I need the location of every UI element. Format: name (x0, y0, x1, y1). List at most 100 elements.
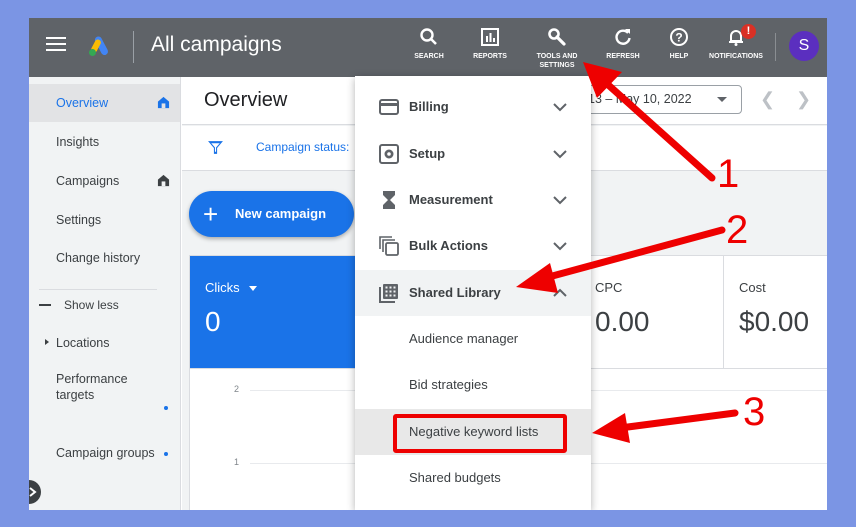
notifications-label: NOTIFICATIONS (709, 53, 763, 60)
menu-section-label: Shared Library (409, 285, 501, 300)
metric-cost[interactable]: Cost $0.00 (723, 256, 827, 368)
sidebar-item-label: Campaign groups (56, 446, 155, 460)
refresh-label: REFRESH (606, 53, 640, 60)
annotation-number-3: 3 (743, 390, 766, 434)
chevron-down-icon (553, 242, 567, 251)
chevron-down-icon (553, 103, 567, 112)
help-label: HELP (669, 53, 689, 60)
date-range-value: 13 – May 10, 2022 (588, 92, 692, 106)
home-icon (157, 96, 170, 109)
sidebar-item-label: Campaigns (56, 174, 120, 188)
menu-section-measurement[interactable]: Measurement (355, 177, 591, 223)
new-campaign-button[interactable]: + New campaign (189, 191, 354, 237)
chevron-down-icon (553, 196, 567, 205)
metric-label: CPC (595, 280, 623, 295)
metric-value: 0.00 (595, 306, 650, 337)
home-icon (157, 174, 170, 187)
top-bar: All campaigns SEARCH REPORTS TOOLS AND S… (29, 18, 827, 77)
app-title: All campaigns (151, 33, 282, 56)
menu-section-label: Billing (409, 99, 449, 114)
next-period-button[interactable]: ❯ (796, 89, 811, 110)
chevron-up-icon (553, 288, 567, 297)
wrench-icon (548, 28, 566, 46)
date-range-picker[interactable]: 13 – May 10, 2022 (577, 85, 742, 114)
metric-value: 0 (205, 306, 221, 337)
chevron-down-icon (553, 150, 567, 159)
reports-label: REPORTS (473, 53, 507, 60)
chevron-right-icon (29, 487, 37, 497)
campaign-status-filter[interactable]: Campaign status: (256, 140, 349, 154)
annotation-number-2: 2 (726, 208, 749, 252)
sidebar-item-label: Change history (56, 251, 141, 265)
new-campaign-label: New campaign (235, 206, 327, 221)
menu-section-label: Bulk Actions (409, 238, 488, 253)
previous-period-button[interactable]: ❮ (760, 89, 775, 110)
sidebar-item-settings[interactable]: Settings (29, 201, 180, 239)
page-title: Overview (204, 89, 288, 111)
menu-item-shared-budgets[interactable]: Shared budgets (355, 455, 591, 501)
bulk-actions-icon (379, 236, 399, 256)
tools-and-settings-button[interactable]: TOOLS AND SETTINGS (529, 27, 585, 70)
menu-item-audience-manager[interactable]: Audience manager (355, 316, 591, 362)
metric-value: $0.00 (739, 306, 810, 337)
y-tick-label: 1 (234, 457, 240, 467)
sidebar-item-insights[interactable]: Insights (29, 123, 180, 161)
sidebar-item-label: Overview (56, 96, 109, 110)
app-window: All campaigns SEARCH REPORTS TOOLS AND S… (29, 18, 827, 510)
divider (775, 33, 776, 61)
annotation-number-1: 1 (717, 152, 740, 196)
hamburger-menu-icon[interactable] (46, 37, 66, 53)
tools-and-settings-menu: Billing Setup Measurement Bulk Actions S… (355, 76, 591, 510)
menu-section-billing[interactable]: Billing (355, 84, 591, 130)
new-indicator-dot (164, 406, 168, 410)
notifications-button[interactable]: NOTIFICATIONS (705, 27, 767, 61)
new-indicator-dot (164, 452, 168, 456)
sidebar: Overview Insights Campaigns Settings Cha… (29, 77, 181, 510)
caret-down-icon (717, 97, 727, 102)
menu-item-bid-strategies[interactable]: Bid strategies (355, 362, 591, 408)
tools-and-settings-label: TOOLS AND SETTINGS (536, 53, 578, 69)
sidebar-item-change-history[interactable]: Change history (29, 239, 180, 277)
notification-badge: ! (741, 24, 756, 39)
expand-sidebar-button[interactable] (29, 480, 41, 504)
sidebar-item-label: Settings (56, 213, 102, 227)
search-label: SEARCH (414, 53, 444, 60)
sidebar-item-label: Insights (56, 135, 100, 149)
refresh-button[interactable]: REFRESH (603, 27, 643, 61)
sidebar-item-overview[interactable]: Overview (29, 84, 180, 122)
sidebar-item-campaigns[interactable]: Campaigns (29, 162, 180, 200)
reports-button[interactable]: REPORTS (469, 27, 511, 61)
sidebar-item-campaign-groups[interactable]: Campaign groups (29, 434, 180, 472)
account-avatar[interactable]: S (789, 31, 819, 61)
sidebar-item-label: Locations (56, 336, 110, 350)
caret-down-icon (249, 286, 258, 292)
reports-icon (481, 28, 499, 46)
menu-item-negative-keyword-lists[interactable]: Negative keyword lists (355, 409, 591, 455)
setup-icon (379, 144, 399, 164)
menu-section-label: Measurement (409, 192, 493, 207)
menu-section-bulk-actions[interactable]: Bulk Actions (355, 223, 591, 269)
refresh-icon (615, 29, 631, 45)
metric-clicks[interactable]: Clicks 0 (190, 256, 360, 368)
help-button[interactable]: ? HELP (661, 27, 697, 61)
help-icon: ? (670, 28, 688, 46)
menu-section-setup[interactable]: Setup (355, 131, 591, 177)
caret-right-icon (45, 339, 49, 345)
shared-library-icon (379, 284, 398, 303)
svg-text:?: ? (675, 31, 682, 45)
y-tick-label: 2 (234, 384, 240, 394)
minus-icon (39, 304, 51, 306)
sidebar-item-label: Performance targets (56, 372, 128, 402)
menu-section-label: Setup (409, 146, 446, 161)
filter-icon[interactable] (207, 139, 224, 156)
search-icon (420, 28, 437, 45)
search-button[interactable]: SEARCH (409, 27, 449, 61)
sidebar-item-label: Show less (64, 298, 119, 312)
metric-cpc[interactable]: CPC 0.00 (570, 256, 730, 368)
billing-icon (379, 99, 399, 115)
show-less-toggle[interactable]: Show less (29, 286, 180, 324)
sidebar-item-locations[interactable]: Locations (29, 324, 180, 362)
google-ads-logo (89, 36, 108, 56)
sidebar-item-performance-targets[interactable]: Performance targets (29, 367, 159, 407)
menu-section-shared-library[interactable]: Shared Library (355, 270, 591, 316)
